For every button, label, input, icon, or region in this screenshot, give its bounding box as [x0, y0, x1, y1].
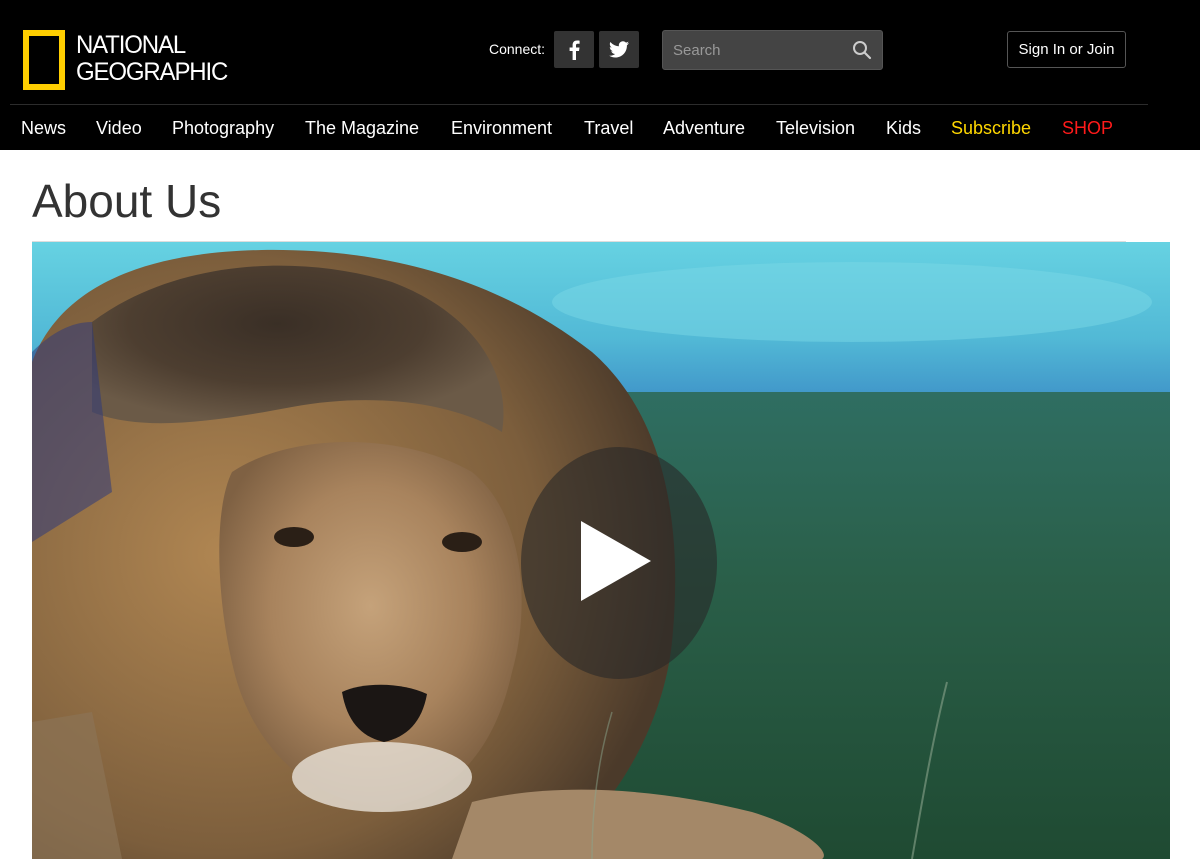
logo-line-2: GEOGRAPHIC: [76, 58, 228, 86]
twitter-icon: [609, 41, 629, 58]
nav-item-shop[interactable]: SHOP: [1062, 117, 1113, 139]
nav-item-television[interactable]: Television: [776, 117, 855, 139]
nav-item-photography[interactable]: Photography: [172, 117, 274, 139]
national-geographic-logo[interactable]: NATIONAL GEOGRAPHIC: [23, 30, 243, 91]
nav-item-travel[interactable]: Travel: [584, 117, 633, 139]
search-icon[interactable]: [852, 40, 872, 60]
logo-line-1: NATIONAL: [76, 31, 186, 59]
nav-item-video[interactable]: Video: [96, 117, 142, 139]
facebook-icon: [569, 40, 580, 60]
nav-item-environment[interactable]: Environment: [451, 117, 552, 139]
twitter-button[interactable]: [599, 31, 639, 68]
yellow-border-logo-icon: [23, 30, 65, 90]
nav-item-adventure[interactable]: Adventure: [663, 117, 745, 139]
nav-item-kids[interactable]: Kids: [886, 117, 921, 139]
connect-label: Connect:: [489, 41, 546, 57]
logo-wordmark: NATIONAL GEOGRAPHIC: [76, 31, 228, 86]
nav-item-the-magazine[interactable]: The Magazine: [305, 117, 419, 139]
play-button[interactable]: [521, 447, 717, 679]
main-nav: News Video Photography The Magazine Envi…: [0, 105, 1200, 150]
page-title: About Us: [32, 175, 222, 227]
video-player[interactable]: [32, 242, 1170, 859]
sign-in-button[interactable]: Sign In or Join: [1007, 31, 1126, 68]
facebook-button[interactable]: [554, 31, 594, 68]
nav-item-subscribe[interactable]: Subscribe: [951, 117, 1031, 139]
search-input[interactable]: [663, 31, 843, 69]
nav-item-news[interactable]: News: [21, 117, 66, 139]
search-box[interactable]: [662, 30, 883, 70]
site-header: NATIONAL GEOGRAPHIC Connect: Sign In or …: [0, 0, 1200, 150]
play-icon: [581, 521, 651, 601]
